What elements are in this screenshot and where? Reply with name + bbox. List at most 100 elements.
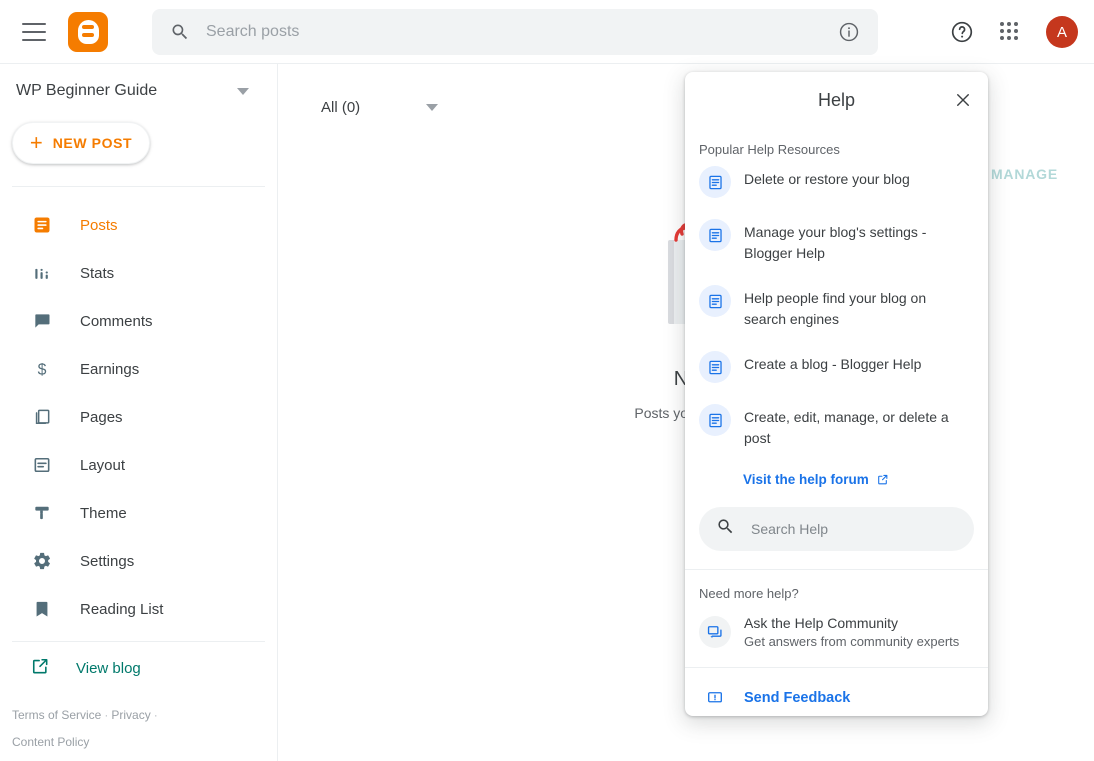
help-panel-header: Help <box>685 72 988 128</box>
manage-button[interactable]: MANAGE <box>991 166 1058 182</box>
help-resource-item[interactable]: Help people find your blog on search eng… <box>685 276 988 342</box>
help-panel-title: Help <box>817 89 856 110</box>
help-circle-icon[interactable] <box>950 20 974 44</box>
ask-help-community-item[interactable]: Ask the Help Community Get answers from … <box>685 601 988 667</box>
blog-title: WP Beginner Guide <box>16 82 158 99</box>
ask-community-texts: Ask the Help Community Get answers from … <box>744 615 959 649</box>
sidebar-item-label: Comments <box>80 312 153 330</box>
help-panel-scroll-area[interactable]: Popular Help Resources Delete or restore… <box>685 128 988 716</box>
posts-filter-dropdown[interactable]: All (0) <box>321 98 439 116</box>
help-resource-label: Help people find your blog on search eng… <box>744 290 927 327</box>
posts-icon <box>30 213 54 237</box>
sidebar-item-earnings[interactable]: $ Earnings <box>0 345 277 393</box>
avatar[interactable]: A <box>1046 16 1078 48</box>
feedback-icon <box>699 682 731 714</box>
plus-icon: + <box>29 130 43 155</box>
terms-of-service-link[interactable]: Terms of Service <box>12 708 101 722</box>
new-post-label: NEW POST <box>52 135 133 151</box>
search-icon <box>716 517 735 541</box>
top-app-bar: A <box>0 0 1094 64</box>
posts-filter-label: All (0) <box>321 98 361 116</box>
help-resource-item[interactable]: Create, edit, manage, or delete a post <box>685 395 988 461</box>
help-search-field[interactable] <box>699 507 974 551</box>
sidebar-item-label: Earnings <box>80 360 140 378</box>
chevron-down-icon <box>426 103 439 111</box>
help-resource-item[interactable]: Delete or restore your blog <box>685 157 988 210</box>
topbar-actions: A <box>950 0 1094 64</box>
sidebar-item-view-blog[interactable]: View blog <box>0 644 277 692</box>
search-bar[interactable] <box>152 9 878 55</box>
stats-bar-icon <box>30 261 54 285</box>
new-post-button[interactable]: + NEW POST <box>12 122 150 164</box>
gear-icon <box>30 549 54 573</box>
sidebar-item-posts[interactable]: Posts <box>0 201 277 249</box>
search-icon <box>170 22 190 42</box>
theme-brush-icon <box>30 501 54 525</box>
dollar-icon: $ <box>30 357 54 381</box>
sidebar-item-pages[interactable]: Pages <box>0 393 277 441</box>
article-doc-icon <box>699 166 731 198</box>
help-resource-label: Create a blog - Blogger Help <box>744 356 922 372</box>
sidebar-item-reading-list[interactable]: Reading List <box>0 585 277 633</box>
sidebar: WP Beginner Guide + NEW POST Posts Stats… <box>0 64 278 761</box>
sidebar-item-label: Layout <box>80 456 126 474</box>
forum-link-label: Visit the help forum <box>743 472 869 487</box>
article-doc-icon <box>699 404 731 436</box>
close-icon[interactable] <box>948 85 978 115</box>
layout-icon <box>30 453 54 477</box>
sidebar-footer-divider <box>12 641 265 642</box>
content-policy-link[interactable]: Content Policy <box>12 735 89 749</box>
apps-grid-icon[interactable] <box>1000 22 1020 42</box>
info-icon[interactable] <box>838 21 860 43</box>
help-resource-label: Manage your blog's settings - Blogger He… <box>744 224 927 261</box>
hamburger-menu-icon[interactable] <box>22 22 46 41</box>
blogger-logo-icon[interactable] <box>68 11 108 52</box>
sidebar-item-label: Settings <box>80 552 135 570</box>
external-link-icon <box>30 656 50 681</box>
sidebar-item-label: Stats <box>80 264 115 282</box>
pages-icon <box>30 405 54 429</box>
need-more-help-label: Need more help? <box>699 586 799 601</box>
article-doc-icon <box>699 351 731 383</box>
send-feedback-label: Send Feedback <box>744 690 851 706</box>
sidebar-item-stats[interactable]: Stats <box>0 249 277 297</box>
sidebar-item-label: Reading List <box>80 600 164 618</box>
blog-switcher[interactable]: WP Beginner Guide <box>0 64 277 100</box>
external-link-icon <box>876 473 889 486</box>
help-search-input[interactable] <box>751 521 974 537</box>
sidebar-divider <box>12 186 265 187</box>
sidebar-item-label: Pages <box>80 408 123 426</box>
send-feedback-item[interactable]: Send Feedback <box>685 668 988 716</box>
article-doc-icon <box>699 285 731 317</box>
help-resource-label: Delete or restore your blog <box>744 171 910 187</box>
legal-links: Terms of Service · Privacy · Content Policy <box>12 702 262 756</box>
sidebar-item-comments[interactable]: Comments <box>0 297 277 345</box>
ask-community-title: Ask the Help Community <box>744 615 899 631</box>
community-forum-icon <box>699 616 731 648</box>
sidebar-item-label: Posts <box>80 216 118 234</box>
sidebar-item-label: Theme <box>80 504 127 522</box>
legal-separator: · <box>153 708 158 722</box>
help-panel: Help Popular Help Resources Delete or re… <box>685 72 988 716</box>
bookmark-icon <box>30 597 54 621</box>
help-resource-item[interactable]: Manage your blog's settings - Blogger He… <box>685 210 988 276</box>
help-resource-label: Create, edit, manage, or delete a post <box>744 409 949 446</box>
help-resource-item[interactable]: Create a blog - Blogger Help <box>685 342 988 395</box>
privacy-link[interactable]: Privacy <box>111 708 150 722</box>
sidebar-nav-list: Posts Stats Comments $ Earnings Pages La… <box>0 201 277 633</box>
view-blog-label: View blog <box>76 659 141 677</box>
visit-help-forum-link[interactable]: Visit the help forum <box>743 472 889 487</box>
search-input[interactable] <box>206 23 838 41</box>
sidebar-item-theme[interactable]: Theme <box>0 489 277 537</box>
ask-community-subtitle: Get answers from community experts <box>744 634 960 649</box>
popular-resources-label: Popular Help Resources <box>699 142 840 157</box>
sidebar-item-settings[interactable]: Settings <box>0 537 277 585</box>
sidebar-item-layout[interactable]: Layout <box>0 441 277 489</box>
chevron-down-icon <box>237 87 249 95</box>
article-doc-icon <box>699 219 731 251</box>
legal-separator: · <box>104 708 109 722</box>
forum-link-row: Visit the help forum <box>685 461 988 489</box>
help-search-wrapper <box>685 489 988 569</box>
svg-text:$: $ <box>38 361 47 378</box>
comment-icon <box>30 309 54 333</box>
